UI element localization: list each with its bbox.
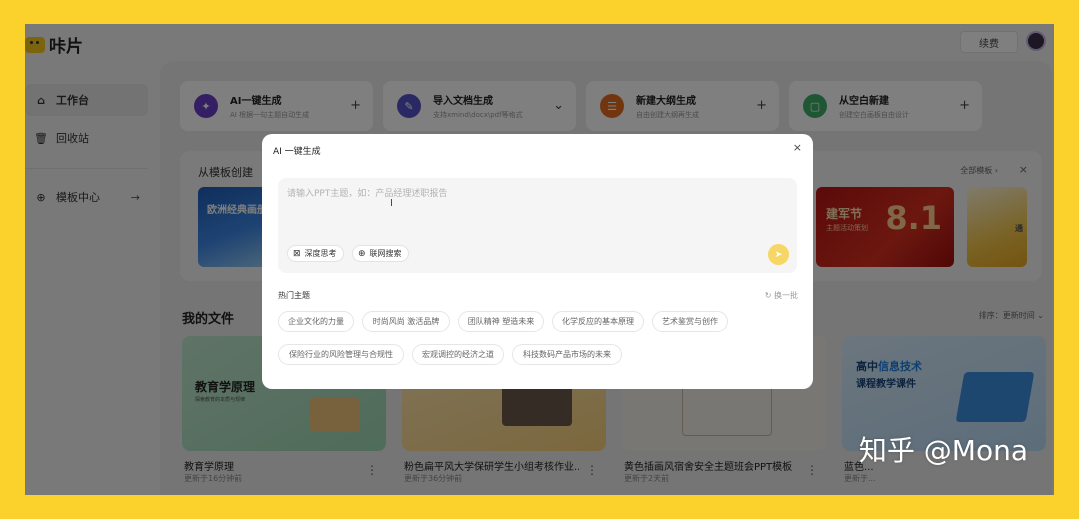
prompt-box: I ⊠ 深度思考 ⊕ 联网搜索 ➤ xyxy=(278,178,797,273)
send-button[interactable]: ➤ xyxy=(768,244,789,265)
deep-think-toggle[interactable]: ⊠ 深度思考 xyxy=(287,245,344,262)
app-frame: 咔片 续费 ⌂ 工作台 🗑 回收站 ⊕ 模板中心 → ✦ AI一键生成 AI xyxy=(25,24,1054,495)
topic-tag[interactable]: 保险行业的风险管理与合规性 xyxy=(278,344,404,365)
prompt-input[interactable] xyxy=(287,185,767,203)
watermark: 知乎 @Mona xyxy=(858,434,1028,467)
topic-tag[interactable]: 时尚风尚 激活品牌 xyxy=(362,311,450,332)
topic-tag[interactable]: 艺术鉴赏与创作 xyxy=(652,311,728,332)
close-icon[interactable]: × xyxy=(793,141,802,154)
web-search-toggle[interactable]: ⊕ 联网搜索 xyxy=(352,245,409,262)
ai-generate-modal: AI 一键生成 × I ⊠ 深度思考 ⊕ 联网搜索 ➤ 热门主题 ↻ 换一批 企… xyxy=(262,134,813,389)
text-cursor-icon: I xyxy=(390,198,393,209)
modal-title: AI 一键生成 xyxy=(273,147,321,157)
chip-label: 联网搜索 xyxy=(369,249,402,258)
topic-tag[interactable]: 科技数码产品市场的未来 xyxy=(512,344,622,365)
topic-tag[interactable]: 团队精神 塑造未来 xyxy=(458,311,544,332)
refresh-button[interactable]: ↻ 换一批 xyxy=(765,290,798,301)
chip-label: 深度思考 xyxy=(304,249,337,258)
globe-icon: ⊕ xyxy=(358,248,366,259)
hot-topics-title: 热门主题 xyxy=(278,291,310,300)
refresh-icon: ↻ xyxy=(764,291,774,300)
topic-tag[interactable]: 企业文化的力量 xyxy=(278,311,354,332)
deep-think-icon: ⊠ xyxy=(293,248,301,259)
topic-tag[interactable]: 化学反应的基本原理 xyxy=(552,311,644,332)
topic-tag[interactable]: 宏观调控的经济之道 xyxy=(412,344,504,365)
